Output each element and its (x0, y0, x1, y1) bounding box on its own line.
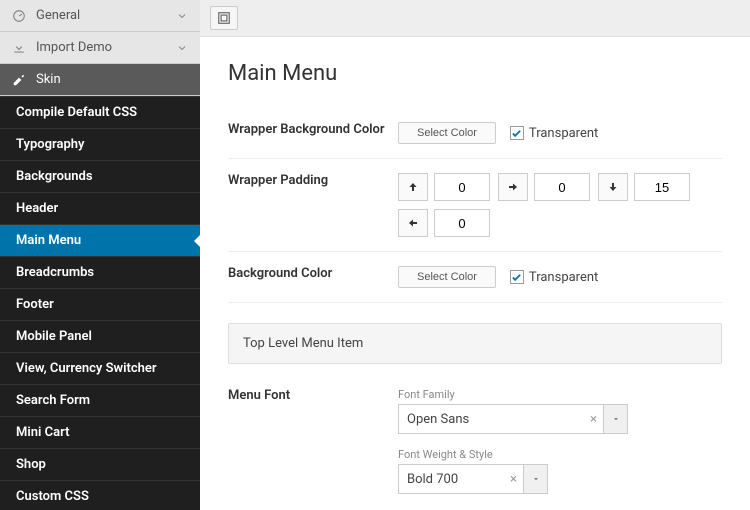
sidebar: General Import Demo Skin Compile Default… (0, 0, 200, 510)
sidebar-item-label: Mobile Panel (16, 329, 92, 344)
app-root: General Import Demo Skin Compile Default… (0, 0, 750, 510)
font-weight-label: Font Weight & Style (398, 448, 548, 461)
content: Main Menu Wrapper Background Color Selec… (200, 37, 750, 510)
field-label: Wrapper Padding (228, 173, 398, 237)
checkbox-icon (510, 270, 524, 284)
sidebar-item-label: Custom CSS (16, 489, 89, 504)
transparent-label: Transparent (529, 126, 598, 141)
padding-right-group (498, 173, 590, 201)
brush-icon (12, 73, 28, 87)
select-color-button[interactable]: Select Color (398, 122, 496, 144)
expand-icon (217, 11, 231, 25)
padding-left-input[interactable] (434, 209, 490, 237)
field-wrapper-background-color: Wrapper Background Color Select Color Tr… (228, 108, 722, 159)
sidebar-item-label: Typography (16, 137, 85, 152)
arrow-down-icon[interactable] (598, 173, 628, 201)
padding-bottom-group (598, 173, 690, 201)
sidebar-section-general[interactable]: General (0, 0, 200, 32)
sidebar-item-label: Header (16, 201, 58, 216)
select-value: Bold 700 (407, 472, 458, 487)
sidebar-item-label: Mini Cart (16, 425, 69, 440)
sidebar-item-label: Backgrounds (16, 169, 93, 184)
sidebar-item-label: Search Form (16, 393, 90, 408)
font-family-select[interactable]: Open Sans × (398, 404, 628, 434)
transparent-checkbox-wrap[interactable]: Transparent (510, 126, 598, 141)
transparent-checkbox-wrap[interactable]: Transparent (510, 270, 598, 285)
padding-left-group (398, 209, 490, 237)
chevron-down-icon (176, 10, 188, 22)
chevron-down-icon (176, 42, 188, 54)
transparent-label: Transparent (529, 270, 598, 285)
clear-icon[interactable]: × (510, 472, 517, 487)
sidebar-item-label: Main Menu (16, 233, 81, 248)
sidebar-item-shop[interactable]: Shop (0, 448, 200, 480)
padding-bottom-input[interactable] (634, 173, 690, 201)
sidebar-section-label: Import Demo (36, 40, 112, 55)
chevron-down-icon[interactable] (604, 404, 628, 434)
arrow-left-icon[interactable] (398, 209, 428, 237)
topbar (200, 0, 750, 37)
font-family-label: Font Family (398, 388, 628, 401)
sidebar-item-typography[interactable]: Typography (0, 128, 200, 160)
sidebar-item-main-menu[interactable]: Main Menu (0, 224, 200, 256)
sidebar-item-footer[interactable]: Footer (0, 288, 200, 320)
sidebar-item-label: Shop (16, 457, 46, 472)
field-label: Menu Font (228, 388, 398, 510)
sidebar-item-backgrounds[interactable]: Backgrounds (0, 160, 200, 192)
chevron-down-icon[interactable] (524, 464, 548, 494)
sidebar-item-label: Breadcrumbs (16, 265, 94, 280)
sidebar-item-mobile-panel[interactable]: Mobile Panel (0, 320, 200, 352)
sidebar-item-breadcrumbs[interactable]: Breadcrumbs (0, 256, 200, 288)
sidebar-item-label: Footer (16, 297, 54, 312)
field-label: Wrapper Background Color (228, 122, 398, 144)
sidebar-section-label: General (36, 8, 80, 23)
main-panel: Main Menu Wrapper Background Color Selec… (200, 0, 750, 510)
sidebar-item-label: View, Currency Switcher (16, 361, 157, 376)
field-wrapper-padding: Wrapper Padding (228, 159, 722, 252)
sidebar-item-view-currency-switcher[interactable]: View, Currency Switcher (0, 352, 200, 384)
arrow-up-icon[interactable] (398, 173, 428, 201)
padding-right-input[interactable] (534, 173, 590, 201)
padding-top-input[interactable] (434, 173, 490, 201)
page-title: Main Menu (228, 61, 722, 86)
sidebar-item-header[interactable]: Header (0, 192, 200, 224)
sidebar-item-compile-default-css[interactable]: Compile Default CSS (0, 96, 200, 128)
select-color-button[interactable]: Select Color (398, 266, 496, 288)
expand-button[interactable] (210, 6, 238, 30)
field-background-color: Background Color Select Color Transparen… (228, 252, 722, 303)
sidebar-section-label: Skin (36, 72, 61, 87)
padding-top-group (398, 173, 490, 201)
select-value: Open Sans (407, 412, 469, 427)
dashboard-icon (12, 9, 28, 23)
sidebar-item-custom-css[interactable]: Custom CSS (0, 480, 200, 510)
font-weight-select[interactable]: Bold 700 × (398, 464, 548, 494)
checkbox-icon (510, 126, 524, 140)
sidebar-section-import-demo[interactable]: Import Demo (0, 32, 200, 64)
sidebar-item-label: Compile Default CSS (16, 105, 137, 120)
field-label: Background Color (228, 266, 398, 288)
field-menu-font: Menu Font Font Family Open Sans × Font We… (228, 374, 722, 510)
section-heading-top-level: Top Level Menu Item (228, 323, 722, 364)
download-icon (12, 41, 28, 55)
clear-icon[interactable]: × (590, 412, 597, 427)
sidebar-item-mini-cart[interactable]: Mini Cart (0, 416, 200, 448)
arrow-right-icon[interactable] (498, 173, 528, 201)
sidebar-section-skin[interactable]: Skin (0, 64, 200, 96)
sidebar-item-search-form[interactable]: Search Form (0, 384, 200, 416)
